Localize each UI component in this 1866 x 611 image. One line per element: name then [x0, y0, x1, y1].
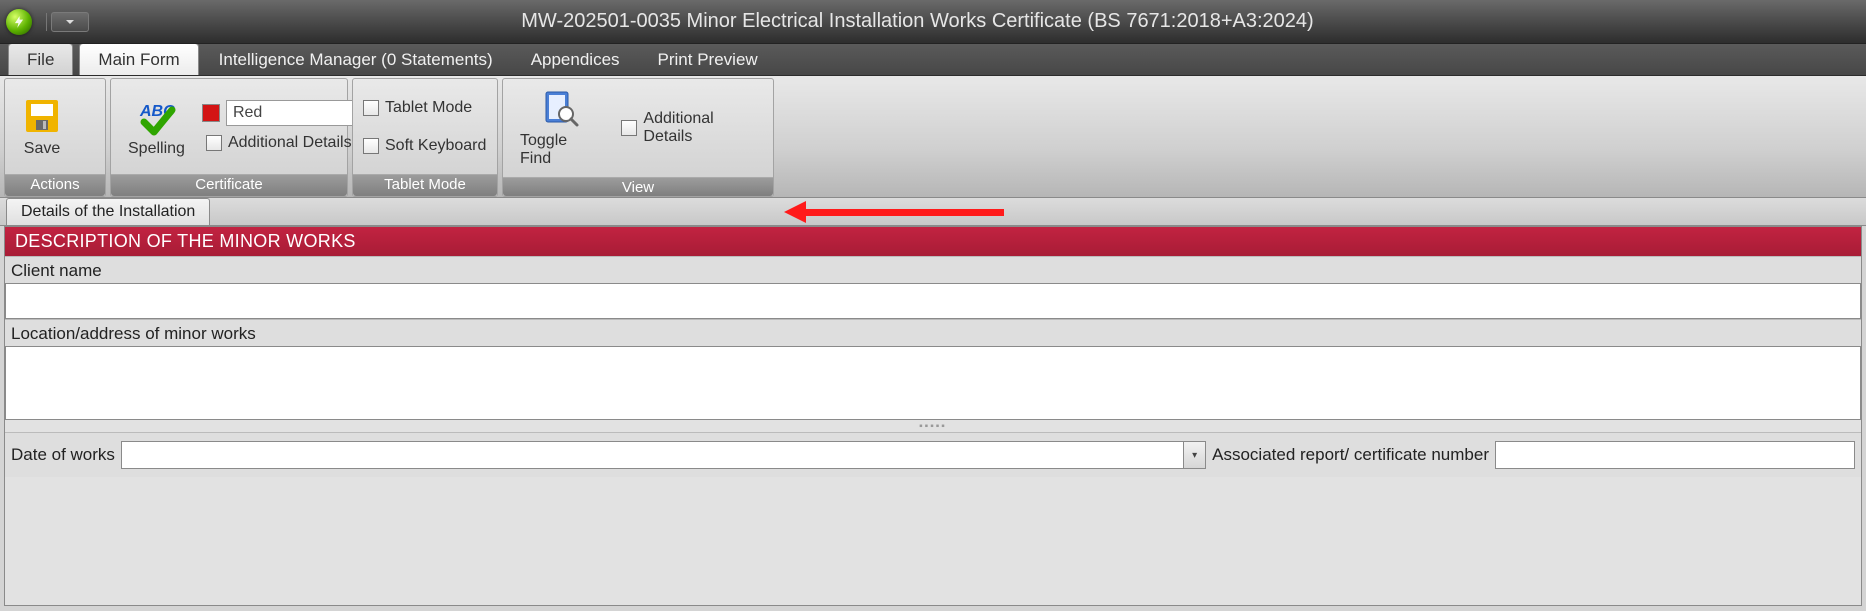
spellcheck-icon: ABC: [136, 96, 176, 136]
tab-intelligence-manager[interactable]: Intelligence Manager (0 Statements): [201, 44, 511, 75]
view-additional-details-label: Additional Details: [643, 110, 763, 146]
cert-additional-details-checkbox[interactable]: Additional Details: [202, 132, 366, 154]
chevron-down-icon: [65, 17, 75, 27]
ribbon-group-tablet-mode: Tablet Mode Soft Keyboard Tablet Mode: [352, 78, 498, 197]
checkbox-icon: [363, 100, 379, 116]
spelling-label: Spelling: [128, 140, 185, 158]
qat-separator: [46, 13, 47, 31]
subtab-details-of-installation[interactable]: Details of the Installation: [6, 198, 210, 225]
ribbon-group-actions: Save Actions: [4, 78, 106, 197]
form-area: DESCRIPTION OF THE MINOR WORKS Client na…: [4, 226, 1862, 606]
spelling-button[interactable]: ABC Spelling: [117, 91, 196, 163]
checkbox-icon: [621, 120, 637, 136]
find-icon: [540, 88, 580, 128]
location-input[interactable]: [5, 346, 1861, 420]
ribbon: Save Actions ABC Spelling Red ▾: [0, 76, 1866, 198]
color-dropdown[interactable]: Red ▾: [226, 100, 366, 126]
group-title-tablet-mode: Tablet Mode: [353, 174, 497, 196]
color-swatch: [202, 104, 220, 122]
tab-file[interactable]: File: [8, 43, 73, 75]
tablet-mode-checkbox[interactable]: Tablet Mode: [359, 97, 490, 119]
ribbon-group-view: Toggle Find Additional Details View: [502, 78, 774, 197]
location-label: Location/address of minor works: [5, 320, 1861, 346]
checkbox-icon: [363, 138, 379, 154]
field-location: Location/address of minor works ▪▪▪▪▪: [5, 319, 1861, 432]
client-name-label: Client name: [5, 257, 1861, 283]
tab-main-form[interactable]: Main Form: [79, 43, 198, 75]
date-dropdown-button[interactable]: ▾: [1184, 441, 1206, 469]
save-label: Save: [24, 140, 60, 158]
title-bar: MW-202501-0035 Minor Electrical Installa…: [0, 0, 1866, 44]
quick-access-toolbar: [42, 11, 89, 33]
row-date-assoc: Date of works ▾ Associated report/ certi…: [5, 432, 1861, 477]
ribbon-group-certificate: ABC Spelling Red ▾ Additional Details: [110, 78, 348, 197]
date-of-works-input[interactable]: [121, 441, 1184, 469]
group-title-certificate: Certificate: [111, 174, 347, 196]
checkbox-icon: [206, 135, 222, 151]
tab-appendices[interactable]: Appendices: [513, 44, 638, 75]
assoc-cert-input[interactable]: [1495, 441, 1855, 469]
sub-tab-strip: Details of the Installation: [0, 198, 1866, 226]
client-name-input[interactable]: [5, 283, 1861, 319]
app-orb-button[interactable]: [6, 9, 32, 35]
field-client-name: Client name: [5, 256, 1861, 319]
tab-print-preview[interactable]: Print Preview: [640, 44, 776, 75]
window-title: MW-202501-0035 Minor Electrical Installa…: [89, 10, 1866, 33]
color-name: Red: [233, 104, 262, 122]
qat-customize-button[interactable]: [51, 12, 89, 32]
lightning-icon: [12, 15, 26, 29]
save-icon: [22, 96, 62, 136]
ribbon-tab-strip: File Main Form Intelligence Manager (0 S…: [0, 44, 1866, 76]
view-additional-details-checkbox[interactable]: Additional Details: [617, 108, 767, 148]
assoc-cert-label: Associated report/ certificate number: [1212, 445, 1489, 465]
date-of-works-label: Date of works: [11, 445, 115, 465]
chevron-down-icon: ▾: [1192, 450, 1197, 461]
section-header: DESCRIPTION OF THE MINOR WORKS: [5, 227, 1861, 256]
group-title-actions: Actions: [5, 174, 105, 196]
resize-grip[interactable]: ▪▪▪▪▪: [5, 420, 1861, 432]
cert-additional-details-label: Additional Details: [228, 134, 352, 152]
toggle-find-label: Toggle Find: [520, 132, 600, 168]
toggle-find-button[interactable]: Toggle Find: [509, 83, 611, 173]
save-button[interactable]: Save: [11, 91, 73, 163]
soft-keyboard-checkbox[interactable]: Soft Keyboard: [359, 135, 490, 157]
soft-keyboard-label: Soft Keyboard: [385, 137, 486, 155]
tablet-mode-label: Tablet Mode: [385, 99, 472, 117]
group-title-view: View: [503, 177, 773, 196]
